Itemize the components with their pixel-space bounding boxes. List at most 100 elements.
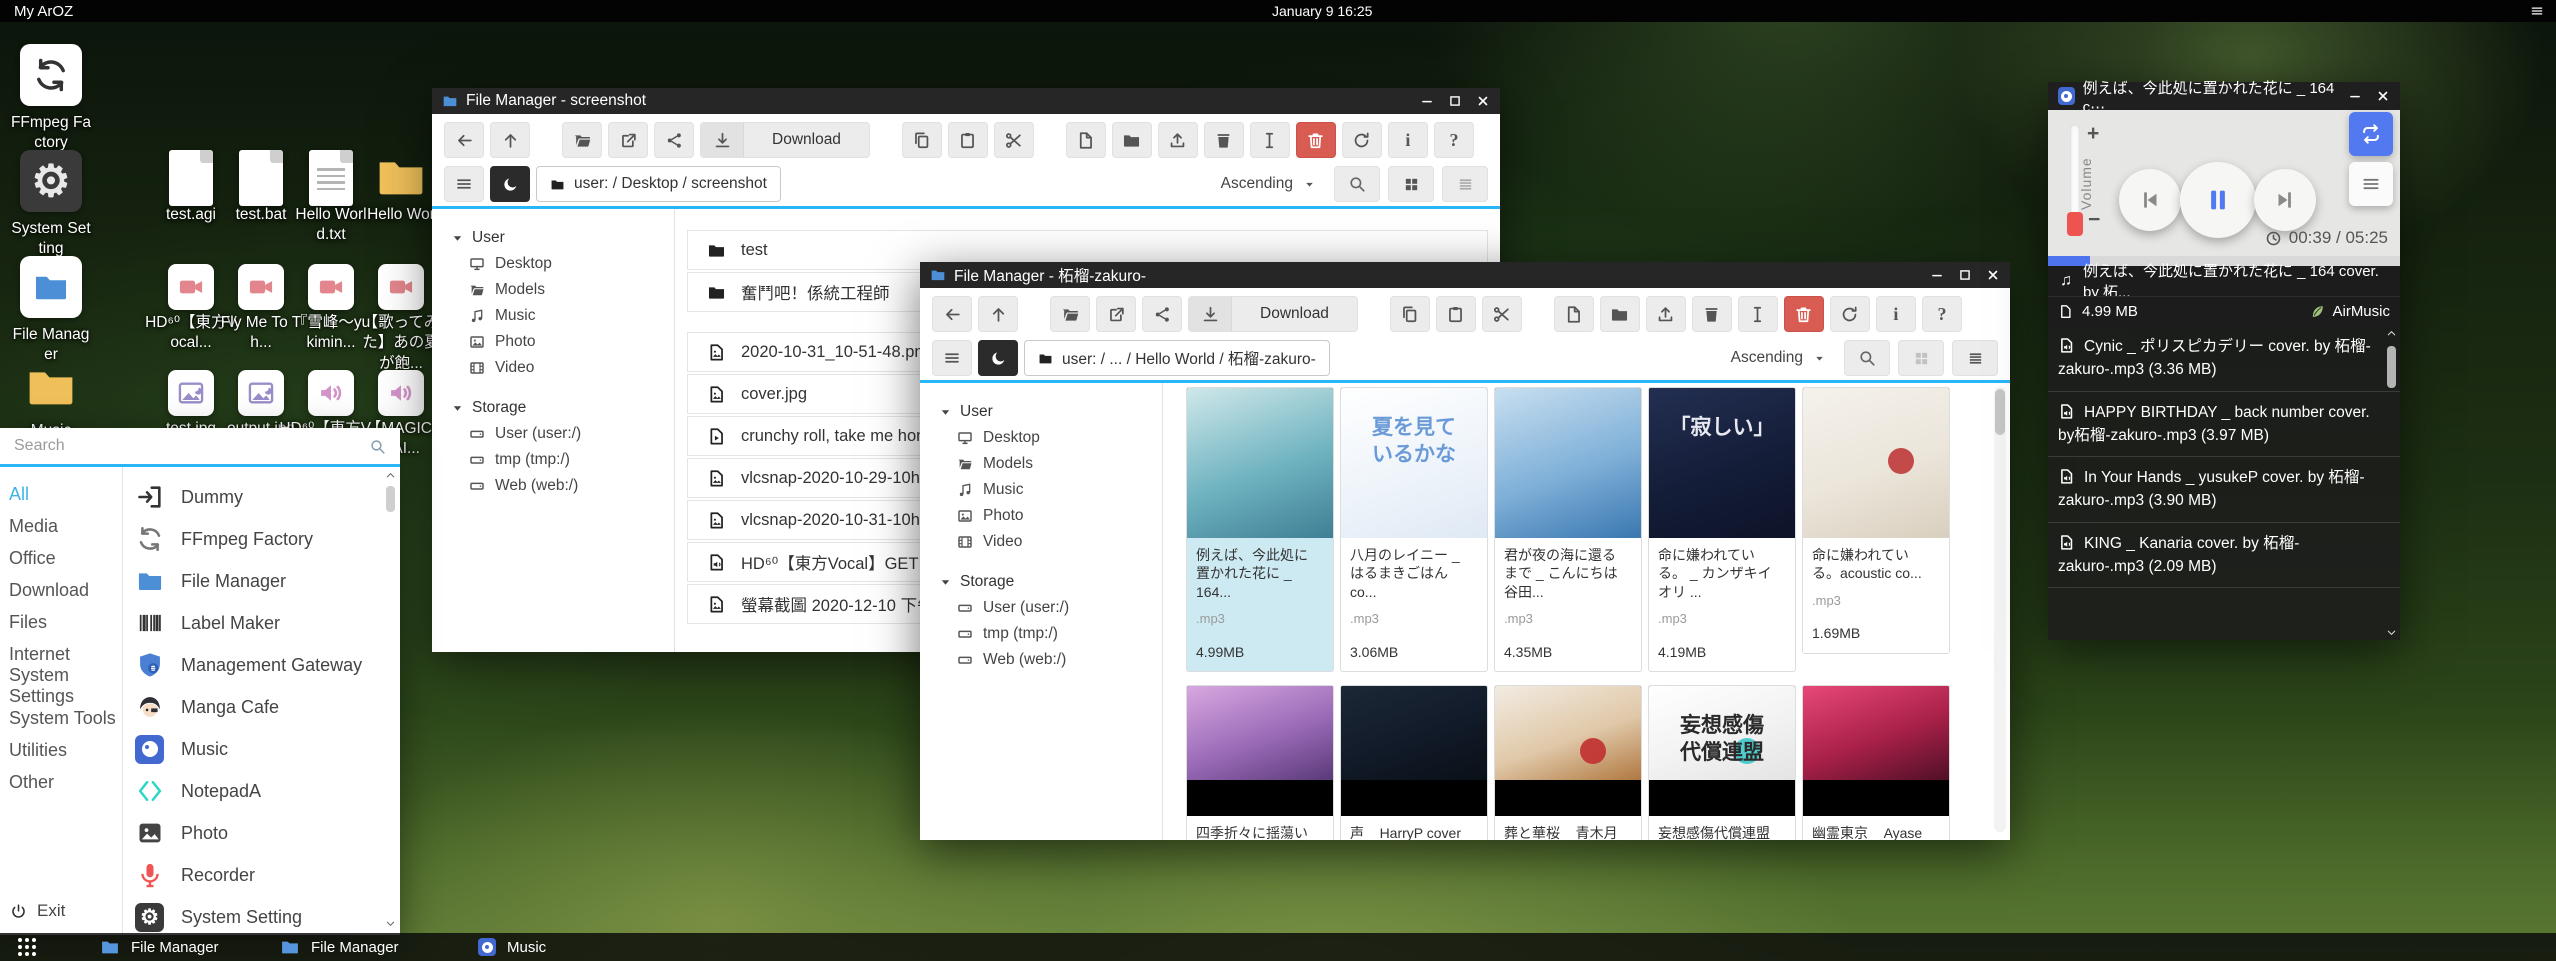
- volume-handle[interactable]: [2067, 212, 2083, 236]
- search-input[interactable]: [0, 437, 369, 455]
- desktop-icon-file-manag-er[interactable]: File Manag er: [0, 256, 102, 366]
- open-new-window-button[interactable]: [1096, 296, 1136, 332]
- download-button[interactable]: Download: [700, 122, 870, 158]
- sidebar-section-user[interactable]: User: [452, 225, 674, 251]
- app-item-file-manager[interactable]: File Manager: [122, 560, 382, 602]
- scroll-up-icon[interactable]: [385, 470, 396, 481]
- open-button[interactable]: [562, 122, 602, 158]
- sidebar-item-desktop[interactable]: Desktop: [452, 251, 674, 277]
- dark-mode-button[interactable]: [978, 340, 1018, 376]
- download-button[interactable]: Download: [1188, 296, 1358, 332]
- sort-dropdown[interactable]: Ascending: [1221, 175, 1293, 193]
- airmusic-cast[interactable]: AirMusic: [2310, 303, 2390, 320]
- desktop-icon-system-set-ting[interactable]: ⚙System Set ting: [0, 150, 102, 260]
- scrollbar-thumb[interactable]: [2387, 346, 2396, 388]
- close-button[interactable]: [1986, 268, 2000, 282]
- up-button[interactable]: [490, 122, 530, 158]
- desktop-icon-ffmpeg-fa-ctory[interactable]: FFmpeg Fa ctory: [0, 44, 102, 154]
- sidebar-item-desktop[interactable]: Desktop: [940, 425, 1162, 451]
- category-utilities[interactable]: Utilities: [0, 734, 122, 766]
- sidebar-item-web[interactable]: Web (web:/): [452, 473, 674, 499]
- breadcrumb[interactable]: user: / Desktop / screenshot: [536, 166, 781, 202]
- copy-button[interactable]: [902, 122, 942, 158]
- scrollbar-thumb[interactable]: [386, 486, 395, 512]
- playlist-item[interactable]: HAPPY BIRTHDAY _ back number cover. by柘榴…: [2048, 392, 2400, 458]
- info-button[interactable]: i: [1876, 296, 1916, 332]
- upload-button[interactable]: [1646, 296, 1686, 332]
- pause-button[interactable]: [2180, 162, 2256, 238]
- new-folder-button[interactable]: [1600, 296, 1640, 332]
- previous-track-button[interactable]: [2119, 169, 2181, 231]
- sidebar-item-photo[interactable]: Photo: [940, 503, 1162, 529]
- list-toggle-button[interactable]: [932, 340, 972, 376]
- playlist-toggle-button[interactable]: [2349, 162, 2393, 206]
- file-card[interactable]: 妄想感傷 代償連盟妄想感傷代償連盟: [1648, 685, 1796, 840]
- next-track-button[interactable]: [2254, 169, 2316, 231]
- new-file-button[interactable]: [1066, 122, 1106, 158]
- sidebar-section-storage[interactable]: Storage: [452, 395, 674, 421]
- scroll-down-icon[interactable]: [2386, 627, 2397, 638]
- delete-button[interactable]: [1296, 122, 1336, 158]
- copy-button[interactable]: [1390, 296, 1430, 332]
- grid-view-button[interactable]: [1898, 340, 1944, 376]
- repeat-button[interactable]: [2349, 112, 2393, 156]
- open-button[interactable]: [1050, 296, 1090, 332]
- upload-button[interactable]: [1158, 122, 1198, 158]
- sidebar-item-tmp[interactable]: tmp (tmp:/): [452, 447, 674, 473]
- app-item-dummy[interactable]: Dummy: [122, 476, 382, 518]
- category-files[interactable]: Files: [0, 606, 122, 638]
- app-item-management-gateway[interactable]: Management Gateway: [122, 644, 382, 686]
- content-scrollbar[interactable]: [1994, 387, 2006, 832]
- sidebar-item-user[interactable]: User (user:/): [452, 421, 674, 447]
- sidebar-item-video[interactable]: Video: [940, 529, 1162, 555]
- cut-button[interactable]: [1482, 296, 1522, 332]
- sidebar-item-web[interactable]: Web (web:/): [940, 647, 1162, 673]
- file-card[interactable]: 君が夜の海に還る まで _ こんにちは 谷田....mp34.35MB: [1494, 387, 1642, 672]
- app-item-manga-cafe[interactable]: Manga Cafe: [122, 686, 382, 728]
- info-button[interactable]: i: [1388, 122, 1428, 158]
- new-file-button[interactable]: [1554, 296, 1594, 332]
- archive-button[interactable]: [1692, 296, 1732, 332]
- refresh-button[interactable]: [1342, 122, 1382, 158]
- up-button[interactable]: [978, 296, 1018, 332]
- open-new-window-button[interactable]: [608, 122, 648, 158]
- list-view-button[interactable]: [1442, 166, 1488, 202]
- sidebar-item-music[interactable]: Music: [940, 477, 1162, 503]
- exit-button[interactable]: Exit: [10, 901, 65, 921]
- scroll-up-icon[interactable]: [2386, 328, 2397, 339]
- playlist-item[interactable]: In Your Hands _ yusukeP cover. by 柘榴-zak…: [2048, 457, 2400, 523]
- app-item-system-setting[interactable]: ⚙System Setting: [122, 896, 382, 935]
- sidebar-item-models[interactable]: Models: [452, 277, 674, 303]
- volume-plus[interactable]: +: [2087, 122, 2099, 146]
- app-item-music[interactable]: Music: [122, 728, 382, 770]
- cut-button[interactable]: [994, 122, 1034, 158]
- sort-dropdown[interactable]: Ascending: [1731, 349, 1803, 367]
- breadcrumb[interactable]: user: / ... / Hello World / 柘榴-zakuro-: [1024, 340, 1330, 376]
- list-view-button[interactable]: [1952, 340, 1998, 376]
- category-system-tools[interactable]: System Tools: [0, 702, 122, 734]
- rename-button[interactable]: [1250, 122, 1290, 158]
- category-other[interactable]: Other: [0, 766, 122, 798]
- aroz-menu-button[interactable]: My ArOZ: [14, 3, 73, 20]
- app-item-photo[interactable]: Photo: [122, 812, 382, 854]
- refresh-button[interactable]: [1830, 296, 1870, 332]
- playlist-item[interactable]: Cynic _ ポリスピカデリー cover. by 柘榴-zakuro-.mp…: [2048, 326, 2400, 392]
- sidebar-item-user[interactable]: User (user:/): [940, 595, 1162, 621]
- file-card[interactable]: 幽霊東京 _ Ayase: [1802, 685, 1950, 840]
- back-button[interactable]: [932, 296, 972, 332]
- file-card[interactable]: 声 _ HarryP cover: [1340, 685, 1488, 840]
- category-all[interactable]: All: [0, 478, 122, 510]
- grid-view-button[interactable]: [1388, 166, 1434, 202]
- taskbar-item-file-manager[interactable]: File Manager: [280, 933, 399, 961]
- start-menu-scrollbar[interactable]: [384, 470, 397, 929]
- archive-button[interactable]: [1204, 122, 1244, 158]
- category-media[interactable]: Media: [0, 510, 122, 542]
- sort-caret-icon[interactable]: [1303, 178, 1316, 191]
- close-button[interactable]: [2376, 89, 2390, 103]
- back-button[interactable]: [444, 122, 484, 158]
- new-folder-button[interactable]: [1112, 122, 1152, 158]
- category-office[interactable]: Office: [0, 542, 122, 574]
- file-card[interactable]: 葬と華桜 _ 青木月: [1494, 685, 1642, 840]
- delete-button[interactable]: [1784, 296, 1824, 332]
- search-button[interactable]: [1844, 340, 1890, 376]
